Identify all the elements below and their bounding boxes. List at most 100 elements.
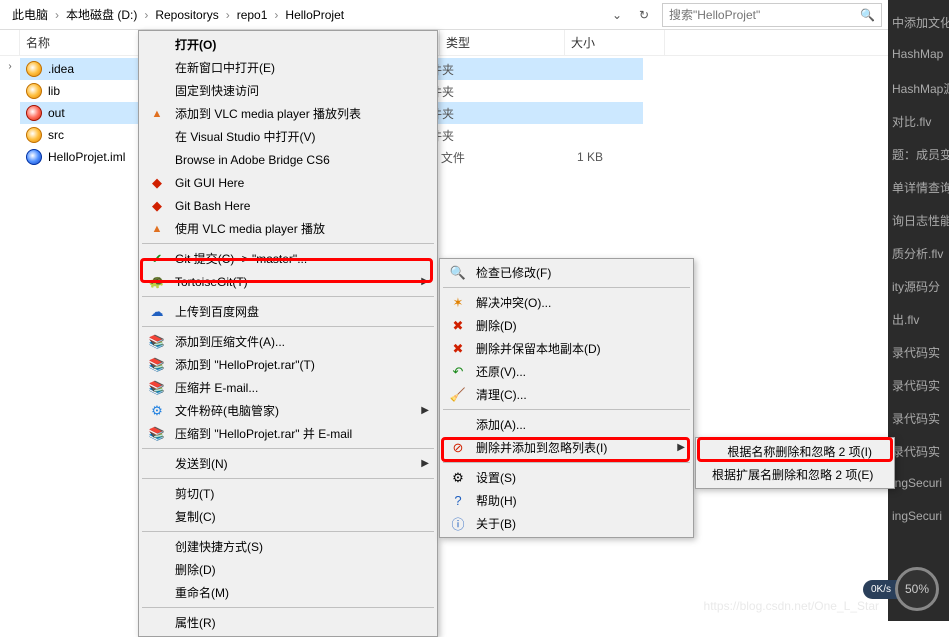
menu-item[interactable]: 📚压缩并 E-mail...	[141, 376, 435, 399]
menu-label: 帮助(H)	[476, 492, 671, 509]
search-icon[interactable]: 🔍	[860, 8, 875, 22]
menu-item[interactable]: 属性(R)	[141, 611, 435, 634]
menu-item[interactable]: 固定到快速访问	[141, 79, 435, 102]
menu-label: 根据扩展名删除和忽略 2 项(E)	[712, 466, 873, 483]
menu-item[interactable]: 剪切(T)	[141, 482, 435, 505]
file-icon	[26, 149, 42, 165]
menu-item[interactable]: 在新窗口中打开(E)	[141, 56, 435, 79]
menu-label: 删除并保留本地副本(D)	[476, 340, 671, 357]
separator	[142, 531, 434, 532]
menu-item[interactable]: 在 Visual Studio 中打开(V)	[141, 125, 435, 148]
bc-repositorys[interactable]: Repositorys	[149, 4, 224, 26]
menu-item[interactable]: 添加(A)...	[442, 413, 691, 436]
bc-repo1[interactable]: repo1	[231, 4, 274, 26]
menu-item[interactable]: ✶解决冲突(O)...	[442, 291, 691, 314]
menu-item[interactable]: 删除(D)	[141, 558, 435, 581]
search-input[interactable]	[669, 8, 860, 22]
menu-item[interactable]: 根据扩展名删除和忽略 2 项(E)	[698, 463, 892, 486]
file-icon	[26, 61, 42, 77]
separator	[142, 243, 434, 244]
file-size: 1 KB	[543, 150, 643, 164]
menu-item[interactable]: ⊘删除并添加到忽略列表(I)▶	[442, 436, 691, 459]
breadcrumb-dropdown[interactable]: ⌄	[604, 8, 630, 22]
speed-percent: 50%	[895, 567, 939, 611]
file-name-text: src	[48, 128, 64, 142]
menu-label: 文件粉碎(电脑管家)	[175, 402, 415, 419]
bg-list-item: 询日志性能	[888, 204, 949, 237]
menu-item[interactable]: ◆Git Bash Here	[141, 194, 435, 217]
menu-label: 添加到 VLC media player 播放列表	[175, 105, 415, 122]
menu-label: 还原(V)...	[476, 363, 671, 380]
bg-list-item: 录代码实	[888, 435, 949, 468]
menu-item[interactable]: 📚压缩到 "HelloProjet.rar" 并 E-mail	[141, 422, 435, 445]
menu-item[interactable]: 打开(O)	[141, 33, 435, 56]
col-size[interactable]: 大小	[565, 30, 665, 55]
menu-item[interactable]: Browse in Adobe Bridge CS6	[141, 148, 435, 171]
menu-item[interactable]: 创建快捷方式(S)	[141, 535, 435, 558]
separator	[142, 448, 434, 449]
menu-label: 使用 VLC media player 播放	[175, 220, 415, 237]
menu-icon: ⚙	[147, 403, 167, 419]
menu-item[interactable]: ▲使用 VLC media player 播放	[141, 217, 435, 240]
separator	[142, 607, 434, 608]
menu-item[interactable]: ⚙ 文件粉碎(电脑管家) ▶	[141, 399, 435, 422]
menu-item[interactable]: 🔍检查已修改(F)	[442, 261, 691, 284]
menu-item[interactable]: ✖删除(D)	[442, 314, 691, 337]
menu-icon: ✖	[448, 341, 468, 357]
menu-label: 属性(R)	[175, 614, 415, 631]
bg-list-item: 录代码实	[888, 402, 949, 435]
menu-item[interactable]: 根据名称删除和忽略 2 项(I)	[698, 440, 892, 463]
menu-item[interactable]: ↶还原(V)...	[442, 360, 691, 383]
refresh-button[interactable]: ↻	[630, 8, 658, 22]
background-panel: 中添加文化HashMapHashMap源对比.flv题：成员变单详情查询询日志性…	[888, 0, 949, 621]
nav-tree-toggle[interactable]: ›	[0, 56, 20, 621]
menu-item[interactable]: ? 帮助(H)	[442, 489, 691, 512]
bg-list-item: 中添加文化	[888, 6, 949, 39]
menu-label: 创建快捷方式(S)	[175, 538, 415, 555]
menu-icon: ?	[448, 493, 468, 508]
menu-label: 上传到百度网盘	[175, 303, 415, 320]
menu-item[interactable]: 📚添加到 "HelloProjet.rar"(T)	[141, 353, 435, 376]
menu-item[interactable]: 重命名(M)	[141, 581, 435, 604]
menu-item[interactable]: 🐢TortoiseGit(T)▶	[141, 270, 435, 293]
menu-label: Git GUI Here	[175, 176, 415, 190]
menu-item[interactable]: 📚添加到压缩文件(A)...	[141, 330, 435, 353]
search-box[interactable]: 🔍	[662, 3, 882, 27]
menu-item[interactable]: ◆Git GUI Here	[141, 171, 435, 194]
menu-icon: 🐢	[147, 274, 167, 290]
menu-label: 关于(B)	[476, 515, 671, 532]
submenu-arrow-icon: ▶	[421, 458, 429, 469]
menu-item[interactable]: ☁上传到百度网盘	[141, 300, 435, 323]
submenu-arrow-icon: ▶	[421, 405, 429, 416]
menu-item[interactable]: ✖ 删除并保留本地副本(D)	[442, 337, 691, 360]
menu-item[interactable]: ⓘ 关于(B)	[442, 512, 691, 535]
file-icon	[26, 105, 42, 121]
menu-item[interactable]: ⚙设置(S)	[442, 466, 691, 489]
bg-list-item: ity源码分	[888, 270, 949, 303]
menu-label: 添加到压缩文件(A)...	[175, 333, 415, 350]
menu-icon: ⓘ	[448, 514, 468, 533]
menu-item[interactable]: 🧹清理(C)...	[442, 383, 691, 406]
column-headers: 名称 类型 大小	[0, 30, 888, 56]
chevron-right-icon[interactable]: ›	[8, 61, 11, 72]
menu-icon: ✖	[448, 318, 468, 334]
bc-helloprojet[interactable]: HelloProjet	[279, 4, 350, 26]
menu-label: 删除并添加到忽略列表(I)	[476, 439, 671, 456]
menu-icon: ✔	[147, 251, 167, 267]
menu-icon: 📚	[147, 380, 167, 396]
menu-icon: 🔍	[448, 265, 468, 281]
breadcrumb-path[interactable]: 此电脑› 本地磁盘 (D:)› Repositorys› repo1› Hell…	[0, 2, 604, 27]
menu-item[interactable]: 复制(C)	[141, 505, 435, 528]
menu-item[interactable]: ✔Git 提交(C) -> "master"...	[141, 247, 435, 270]
file-icon	[26, 83, 42, 99]
speed-widget[interactable]: 0K/s 50%	[863, 567, 939, 611]
bg-list-item: 质分析.flv	[888, 237, 949, 270]
context-menu-ignore: 根据名称删除和忽略 2 项(I) 根据扩展名删除和忽略 2 项(E)	[695, 437, 895, 489]
file-name-text: HelloProjet.iml	[48, 150, 125, 164]
menu-item[interactable]: 发送到(N)▶	[141, 452, 435, 475]
bc-this-pc[interactable]: 此电脑	[6, 2, 54, 27]
bc-drive-d[interactable]: 本地磁盘 (D:)	[60, 2, 143, 27]
col-type[interactable]: 类型	[440, 30, 565, 55]
submenu-arrow-icon: ▶	[677, 442, 685, 453]
menu-item[interactable]: ▲添加到 VLC media player 播放列表	[141, 102, 435, 125]
